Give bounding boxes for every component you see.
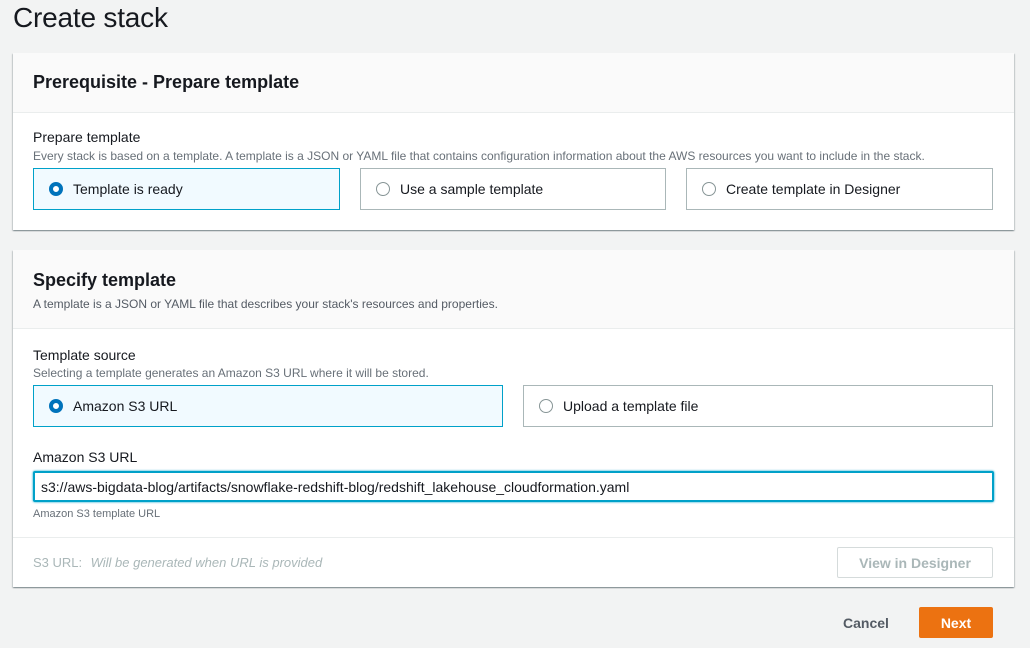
template-source-description: Selecting a template generates an Amazon… xyxy=(33,366,429,380)
prerequisite-panel-title: Prerequisite - Prepare template xyxy=(33,72,300,92)
radio-unchecked-icon xyxy=(376,182,390,196)
prerequisite-panel-header: Prerequisite - Prepare template xyxy=(13,53,1014,113)
prerequisite-panel: Prerequisite - Prepare template Prepare … xyxy=(13,53,1014,230)
view-in-designer-button[interactable]: View in Designer xyxy=(837,547,993,578)
page-title: Create stack xyxy=(13,2,168,33)
option-label: Upload a template file xyxy=(563,398,699,414)
specify-template-panel: Specify template A template is a JSON or… xyxy=(13,250,1014,587)
option-use-sample-template[interactable]: Use a sample template xyxy=(360,168,666,210)
next-button[interactable]: Next xyxy=(919,607,993,638)
radio-unchecked-icon xyxy=(539,399,553,413)
specify-template-panel-header: Specify template A template is a JSON or… xyxy=(13,250,1014,329)
option-label: Create template in Designer xyxy=(726,181,901,197)
option-upload-template-file[interactable]: Upload a template file xyxy=(523,385,993,427)
specify-template-panel-title: Specify template xyxy=(33,270,177,290)
s3-url-value: Will be generated when URL is provided xyxy=(90,555,323,570)
prepare-template-label: Prepare template xyxy=(33,129,141,145)
amazon-s3-url-label: Amazon S3 URL xyxy=(33,449,138,465)
option-amazon-s3-url[interactable]: Amazon S3 URL xyxy=(33,385,503,427)
option-create-template-in-designer[interactable]: Create template in Designer xyxy=(686,168,993,210)
panel-footer-divider xyxy=(13,537,1014,538)
prepare-template-description: Every stack is based on a template. A te… xyxy=(33,149,925,163)
radio-checked-icon xyxy=(49,399,63,413)
specify-template-panel-description: A template is a JSON or YAML file that d… xyxy=(33,297,498,311)
option-label: Template is ready xyxy=(73,181,183,197)
amazon-s3-url-input[interactable] xyxy=(33,471,994,502)
s3-url-label: S3 URL: xyxy=(33,555,83,570)
s3-url-info: S3 URL: Will be generated when URL is pr… xyxy=(33,554,322,572)
radio-checked-icon xyxy=(49,182,63,196)
option-label: Amazon S3 URL xyxy=(73,398,178,414)
cancel-button[interactable]: Cancel xyxy=(832,607,900,638)
amazon-s3-url-hint: Amazon S3 template URL xyxy=(33,508,161,520)
template-source-label: Template source xyxy=(33,347,136,363)
option-label: Use a sample template xyxy=(400,181,544,197)
option-template-is-ready[interactable]: Template is ready xyxy=(33,168,340,210)
radio-unchecked-icon xyxy=(702,182,716,196)
